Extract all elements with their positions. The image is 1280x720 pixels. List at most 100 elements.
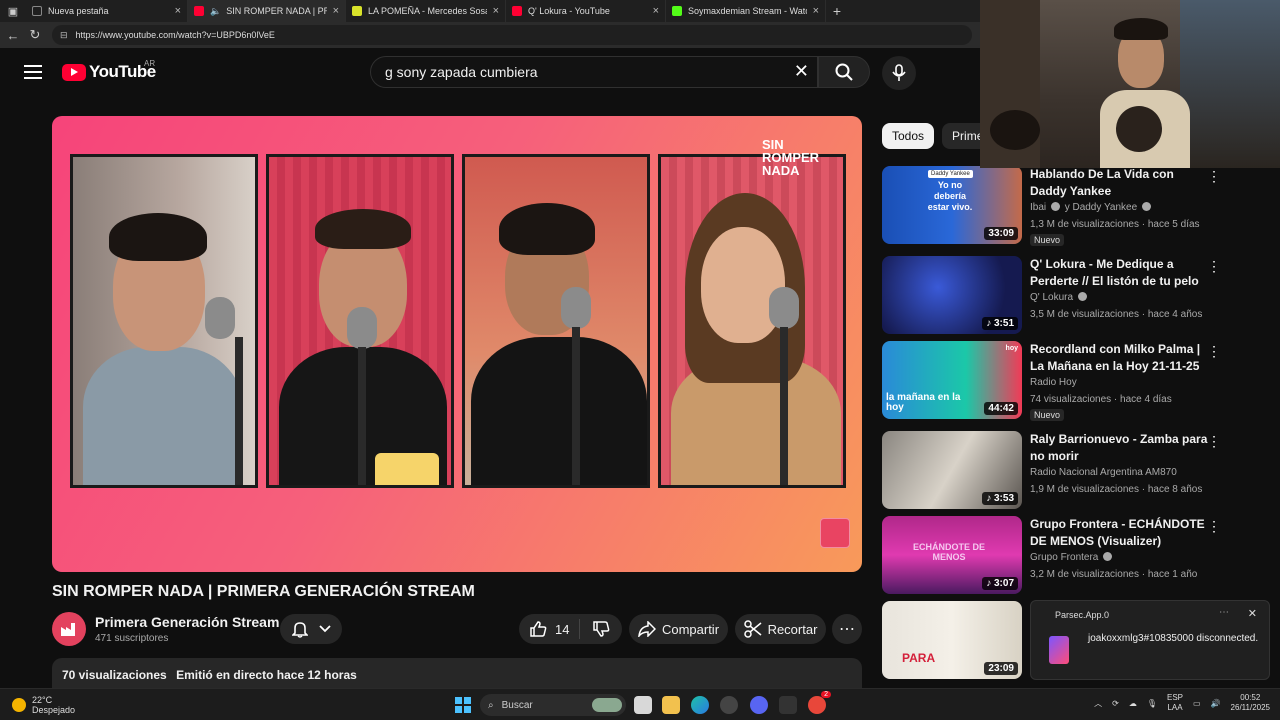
file-explorer-icon[interactable] [662,696,680,714]
tab-q-lokura[interactable]: Q' Lokura - YouTube × [506,0,666,22]
notification-badge: 2 [821,691,831,698]
like-dislike-group: 14 [519,614,622,644]
tab-soymaxdemian[interactable]: Soymaxdemian Stream - Watch L × [666,0,826,22]
recommendation-title[interactable]: Raly Barrionuevo - Zamba para no morir [1030,431,1208,465]
capcut-icon[interactable] [779,696,797,714]
tab-new[interactable]: Nueva pestaña × [26,0,188,22]
video-thumbnail[interactable]: Daddy Yankee Yo no debería estar vivo. 3… [882,166,1022,244]
search-highlight-icon [592,698,622,712]
tab-title: Q' Lokura - YouTube [528,6,610,16]
close-tab-icon[interactable]: × [333,5,339,17]
discord-icon[interactable] [750,696,768,714]
recommendation-item[interactable]: Daddy Yankee Yo no debería estar vivo. 3… [882,166,1242,246]
recommendation-item[interactable]: ECHÁNDOTE DE MENOS ♪ 3:07 Grupo Frontera… [882,516,1242,594]
more-vertical-icon[interactable]: ⋮ [1207,168,1221,185]
youtube-logo[interactable]: YouTube AR [62,59,156,82]
video-player[interactable]: SIN ROMPER NADA [52,116,862,572]
close-tab-icon[interactable]: × [493,5,499,17]
weather-widget[interactable]: 22°C Despejado [12,695,75,715]
more-vertical-icon[interactable]: ⋮ [1207,433,1221,450]
cloud-icon[interactable]: ☁ [1129,699,1137,708]
language-indicator[interactable]: ESP LAA [1167,693,1183,713]
clock[interactable]: 00:52 26/11/2025 [1231,693,1270,713]
search-button[interactable] [818,56,870,88]
subscription-bell-button[interactable] [280,614,342,644]
chrome-icon[interactable] [720,696,738,714]
microphone-icon[interactable]: 🎙 [1147,699,1157,708]
recommendation-item[interactable]: ♪ 3:51 Q' Lokura - Me Dedique a Perderte… [882,256,1242,334]
reload-icon[interactable]: ↻ [24,27,46,43]
dislike-button[interactable] [580,620,622,638]
search-input[interactable]: g sony zapada cumbiera ✕ [370,56,818,88]
recommendation-channel[interactable]: Radio Nacional Argentina AM870 [1030,467,1177,478]
more-vertical-icon[interactable]: ⋮ [1207,343,1221,360]
recommendation-title[interactable]: Q' Lokura - Me Dedique a Perderte // El … [1030,256,1208,290]
search-icon [835,63,853,81]
recommendation-title[interactable]: Hablando De La Vida con Daddy Yankee [1030,166,1208,200]
video-thumbnail[interactable]: ♪ 3:51 [882,256,1022,334]
channel-name: Radio Hoy [1030,377,1077,388]
tab-la-pomena[interactable]: LA POMEÑA - Mercedes Sosa - Li × [346,0,506,22]
tab-title: Nueva pestaña [48,6,109,16]
chip-all[interactable]: Todos [882,123,935,149]
more-actions-button[interactable]: ⋯ [832,614,862,644]
channel-avatar[interactable] [52,612,86,646]
close-icon[interactable]: ✕ [1248,607,1257,620]
youtube-favicon-icon [512,6,522,16]
more-vertical-icon[interactable]: ⋮ [1207,258,1221,275]
recommendation-channel[interactable]: Q' Lokura [1030,292,1089,303]
share-button[interactable]: Compartir [629,614,728,644]
thumbnail-tag: hoy [1005,345,1018,352]
verified-icon [1103,552,1113,561]
recommendation-channel[interactable]: Ibai y Daddy Yankee [1030,202,1153,213]
chevron-up-icon[interactable]: ︿ [1094,698,1102,709]
recommendation-item[interactable]: la mañana en la hoy hoy 44:42 Recordland… [882,341,1242,421]
channel-watermark-icon[interactable] [820,518,850,548]
network-icon[interactable]: ▭ [1193,699,1201,708]
video-duration: 44:42 [984,402,1018,415]
notification-options-icon[interactable]: ⋯ [1219,607,1229,618]
clip-button[interactable]: Recortar [735,614,826,644]
notification-toast[interactable]: Parsec.App.0 ⋯ ✕ joakoxxmlg3#10835000 di… [1030,600,1270,680]
more-vertical-icon[interactable]: ⋮ [1207,518,1221,535]
recommendation-channel[interactable]: Grupo Frontera [1030,552,1114,563]
video-thumbnail[interactable]: la mañana en la hoy hoy 44:42 [882,341,1022,419]
close-tab-icon[interactable]: × [653,5,659,17]
channel-name: Ibai [1030,202,1047,213]
recommendation-item[interactable]: ♪ 3:53 Raly Barrionuevo - Zamba para no … [882,431,1242,509]
new-tab-button[interactable]: + [826,3,848,19]
temperature: 22°C [32,695,53,705]
channel-name[interactable]: Primera Generación Stream [95,614,279,630]
site-favicon-icon [352,6,362,16]
video-thumbnail[interactable]: PARA 23:09 [882,601,1022,679]
close-tab-icon[interactable]: × [813,5,819,17]
video-thumbnail[interactable]: ♪ 3:53 [882,431,1022,509]
volume-icon[interactable]: 🔊 [1211,699,1221,708]
like-button[interactable]: 14 [519,619,581,639]
youtube-play-icon [62,63,86,81]
brave-icon[interactable]: 2 [808,691,831,714]
clear-search-icon[interactable]: ✕ [794,61,809,82]
recommendation-channel[interactable]: Radio Hoy [1030,377,1077,388]
menu-icon[interactable] [24,65,42,83]
chevron-down-icon [318,625,331,633]
url-field[interactable]: ⊟ https://www.youtube.com/watch?v=UBPD6n… [52,25,972,45]
tab-actions-icon[interactable]: ▣ [0,0,26,22]
voice-search-button[interactable] [882,56,916,90]
recommendation-title[interactable]: Recordland con Milko Palma | La Mañana e… [1030,341,1208,375]
verified-icon [1141,202,1151,211]
close-tab-icon[interactable]: × [175,5,181,17]
recommendation-title[interactable]: Grupo Frontera - ECHÁNDOTE DE MENOS (Vis… [1030,516,1208,550]
sync-icon[interactable]: ⟳ [1112,699,1119,708]
site-info-icon[interactable]: ⊟ [60,30,68,41]
tab-sin-romper-nada[interactable]: 🔈 SIN ROMPER NADA | PRIMER × [188,0,346,22]
video-thumbnail[interactable]: ECHÁNDOTE DE MENOS ♪ 3:07 [882,516,1022,594]
back-icon[interactable]: ← [2,28,24,43]
speaker-icon[interactable]: 🔈 [210,6,221,17]
taskbar-search-placeholder: Buscar [501,699,533,711]
task-view-icon[interactable] [634,696,652,714]
taskbar-search[interactable]: ⌕ Buscar [480,694,626,716]
start-button[interactable] [455,697,471,713]
edge-icon[interactable] [691,696,709,714]
thumbnail-caption: la mañana en la hoy [886,392,961,413]
